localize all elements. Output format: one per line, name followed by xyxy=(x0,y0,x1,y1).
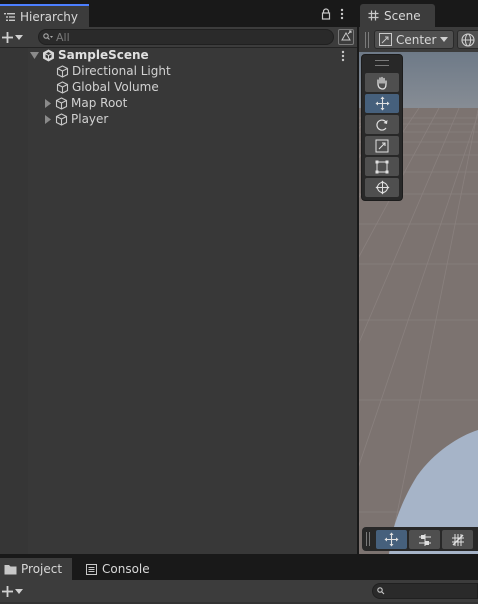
tab-project[interactable]: Project xyxy=(0,558,72,580)
hierarchy-item-label: Player xyxy=(71,112,109,126)
folder-icon xyxy=(4,564,17,575)
scene-bottom-overlay xyxy=(362,527,478,551)
hierarchy-item-label: Map Root xyxy=(71,96,128,110)
search-icon xyxy=(377,587,385,595)
scene-visibility-button[interactable] xyxy=(338,29,354,45)
kebab-menu-icon[interactable] xyxy=(340,8,344,20)
rect-icon xyxy=(375,160,389,174)
unity-scene-icon xyxy=(42,49,55,62)
align-settings-button[interactable] xyxy=(409,530,440,549)
rotate-icon xyxy=(375,118,389,132)
hand-icon xyxy=(375,76,389,90)
collapsed-arrow-icon[interactable] xyxy=(44,114,52,124)
chevron-down-icon xyxy=(440,37,449,42)
rotate-tool-button[interactable] xyxy=(365,115,399,134)
hierarchy-item-label: Global Volume xyxy=(72,80,159,94)
gameobject-cube-icon xyxy=(55,112,68,126)
transform-icon xyxy=(375,180,390,195)
hierarchy-item-label: Directional Light xyxy=(72,64,171,78)
plus-icon xyxy=(2,31,13,43)
globe-icon xyxy=(461,32,475,47)
project-search-field[interactable] xyxy=(372,583,478,599)
scale-icon xyxy=(375,139,389,153)
tab-console-label: Console xyxy=(102,562,150,576)
tab-project-label: Project xyxy=(21,562,63,576)
transform-tools-overlay xyxy=(361,54,403,201)
tab-scene[interactable]: Scene xyxy=(360,4,435,27)
project-create-dropdown-button[interactable] xyxy=(2,584,28,598)
global-local-toggle[interactable] xyxy=(457,30,478,49)
overlay-grip-handle[interactable] xyxy=(366,532,370,546)
pivot-label: Center xyxy=(396,32,437,47)
hierarchy-item-player[interactable]: Player xyxy=(44,111,108,127)
lock-icon[interactable] xyxy=(321,8,331,20)
transform-tool-button[interactable] xyxy=(365,178,399,197)
hierarchy-search-input[interactable] xyxy=(56,30,306,44)
hierarchy-item-map-root[interactable]: Map Root xyxy=(44,95,127,111)
collapsed-arrow-icon[interactable] xyxy=(44,98,52,108)
expanded-arrow-icon[interactable] xyxy=(30,51,39,60)
hand-tool-button[interactable] xyxy=(365,73,399,92)
chevron-down-icon xyxy=(15,588,23,594)
tab-scene-label: Scene xyxy=(384,8,421,23)
move-tool-button[interactable] xyxy=(365,94,399,113)
tab-hierarchy[interactable]: Hierarchy xyxy=(0,4,89,27)
plus-icon xyxy=(2,585,13,597)
scene-kebab-menu-icon[interactable] xyxy=(341,50,345,62)
grid-snap-icon xyxy=(451,533,465,547)
console-icon xyxy=(86,563,97,575)
rect-tool-button[interactable] xyxy=(365,157,399,176)
toolbar-grip-handle[interactable] xyxy=(365,32,369,48)
gameobject-cube-icon xyxy=(56,80,69,94)
create-dropdown-button[interactable] xyxy=(2,30,28,44)
chevron-down-icon xyxy=(15,34,23,40)
move-snap-button[interactable] xyxy=(376,530,407,549)
tab-console[interactable]: Console xyxy=(80,558,160,580)
search-icon xyxy=(43,33,53,41)
list-icon xyxy=(4,12,16,22)
move-arrows-icon xyxy=(375,96,390,111)
hierarchy-search-field[interactable] xyxy=(38,29,334,45)
overlay-drag-handle[interactable] xyxy=(375,60,389,66)
hierarchy-item-directional-light[interactable]: Directional Light xyxy=(56,63,171,79)
scale-tool-button[interactable] xyxy=(365,136,399,155)
hierarchy-gutter xyxy=(0,48,28,554)
scene-root-row[interactable]: SampleScene xyxy=(30,47,149,63)
gameobject-cube-icon xyxy=(56,64,69,78)
pivot-center-dropdown[interactable]: Center xyxy=(374,30,454,49)
scene-name: SampleScene xyxy=(58,48,149,62)
hierarchy-item-global-volume[interactable]: Global Volume xyxy=(56,79,159,95)
pivot-center-icon xyxy=(379,33,392,46)
grid-snap-button[interactable] xyxy=(442,530,473,549)
tab-hierarchy-label: Hierarchy xyxy=(20,9,79,24)
sliders-icon xyxy=(418,533,432,547)
grid-hash-icon xyxy=(368,10,379,21)
move-arrows-icon xyxy=(384,532,399,547)
gameobject-cube-icon xyxy=(55,96,68,110)
